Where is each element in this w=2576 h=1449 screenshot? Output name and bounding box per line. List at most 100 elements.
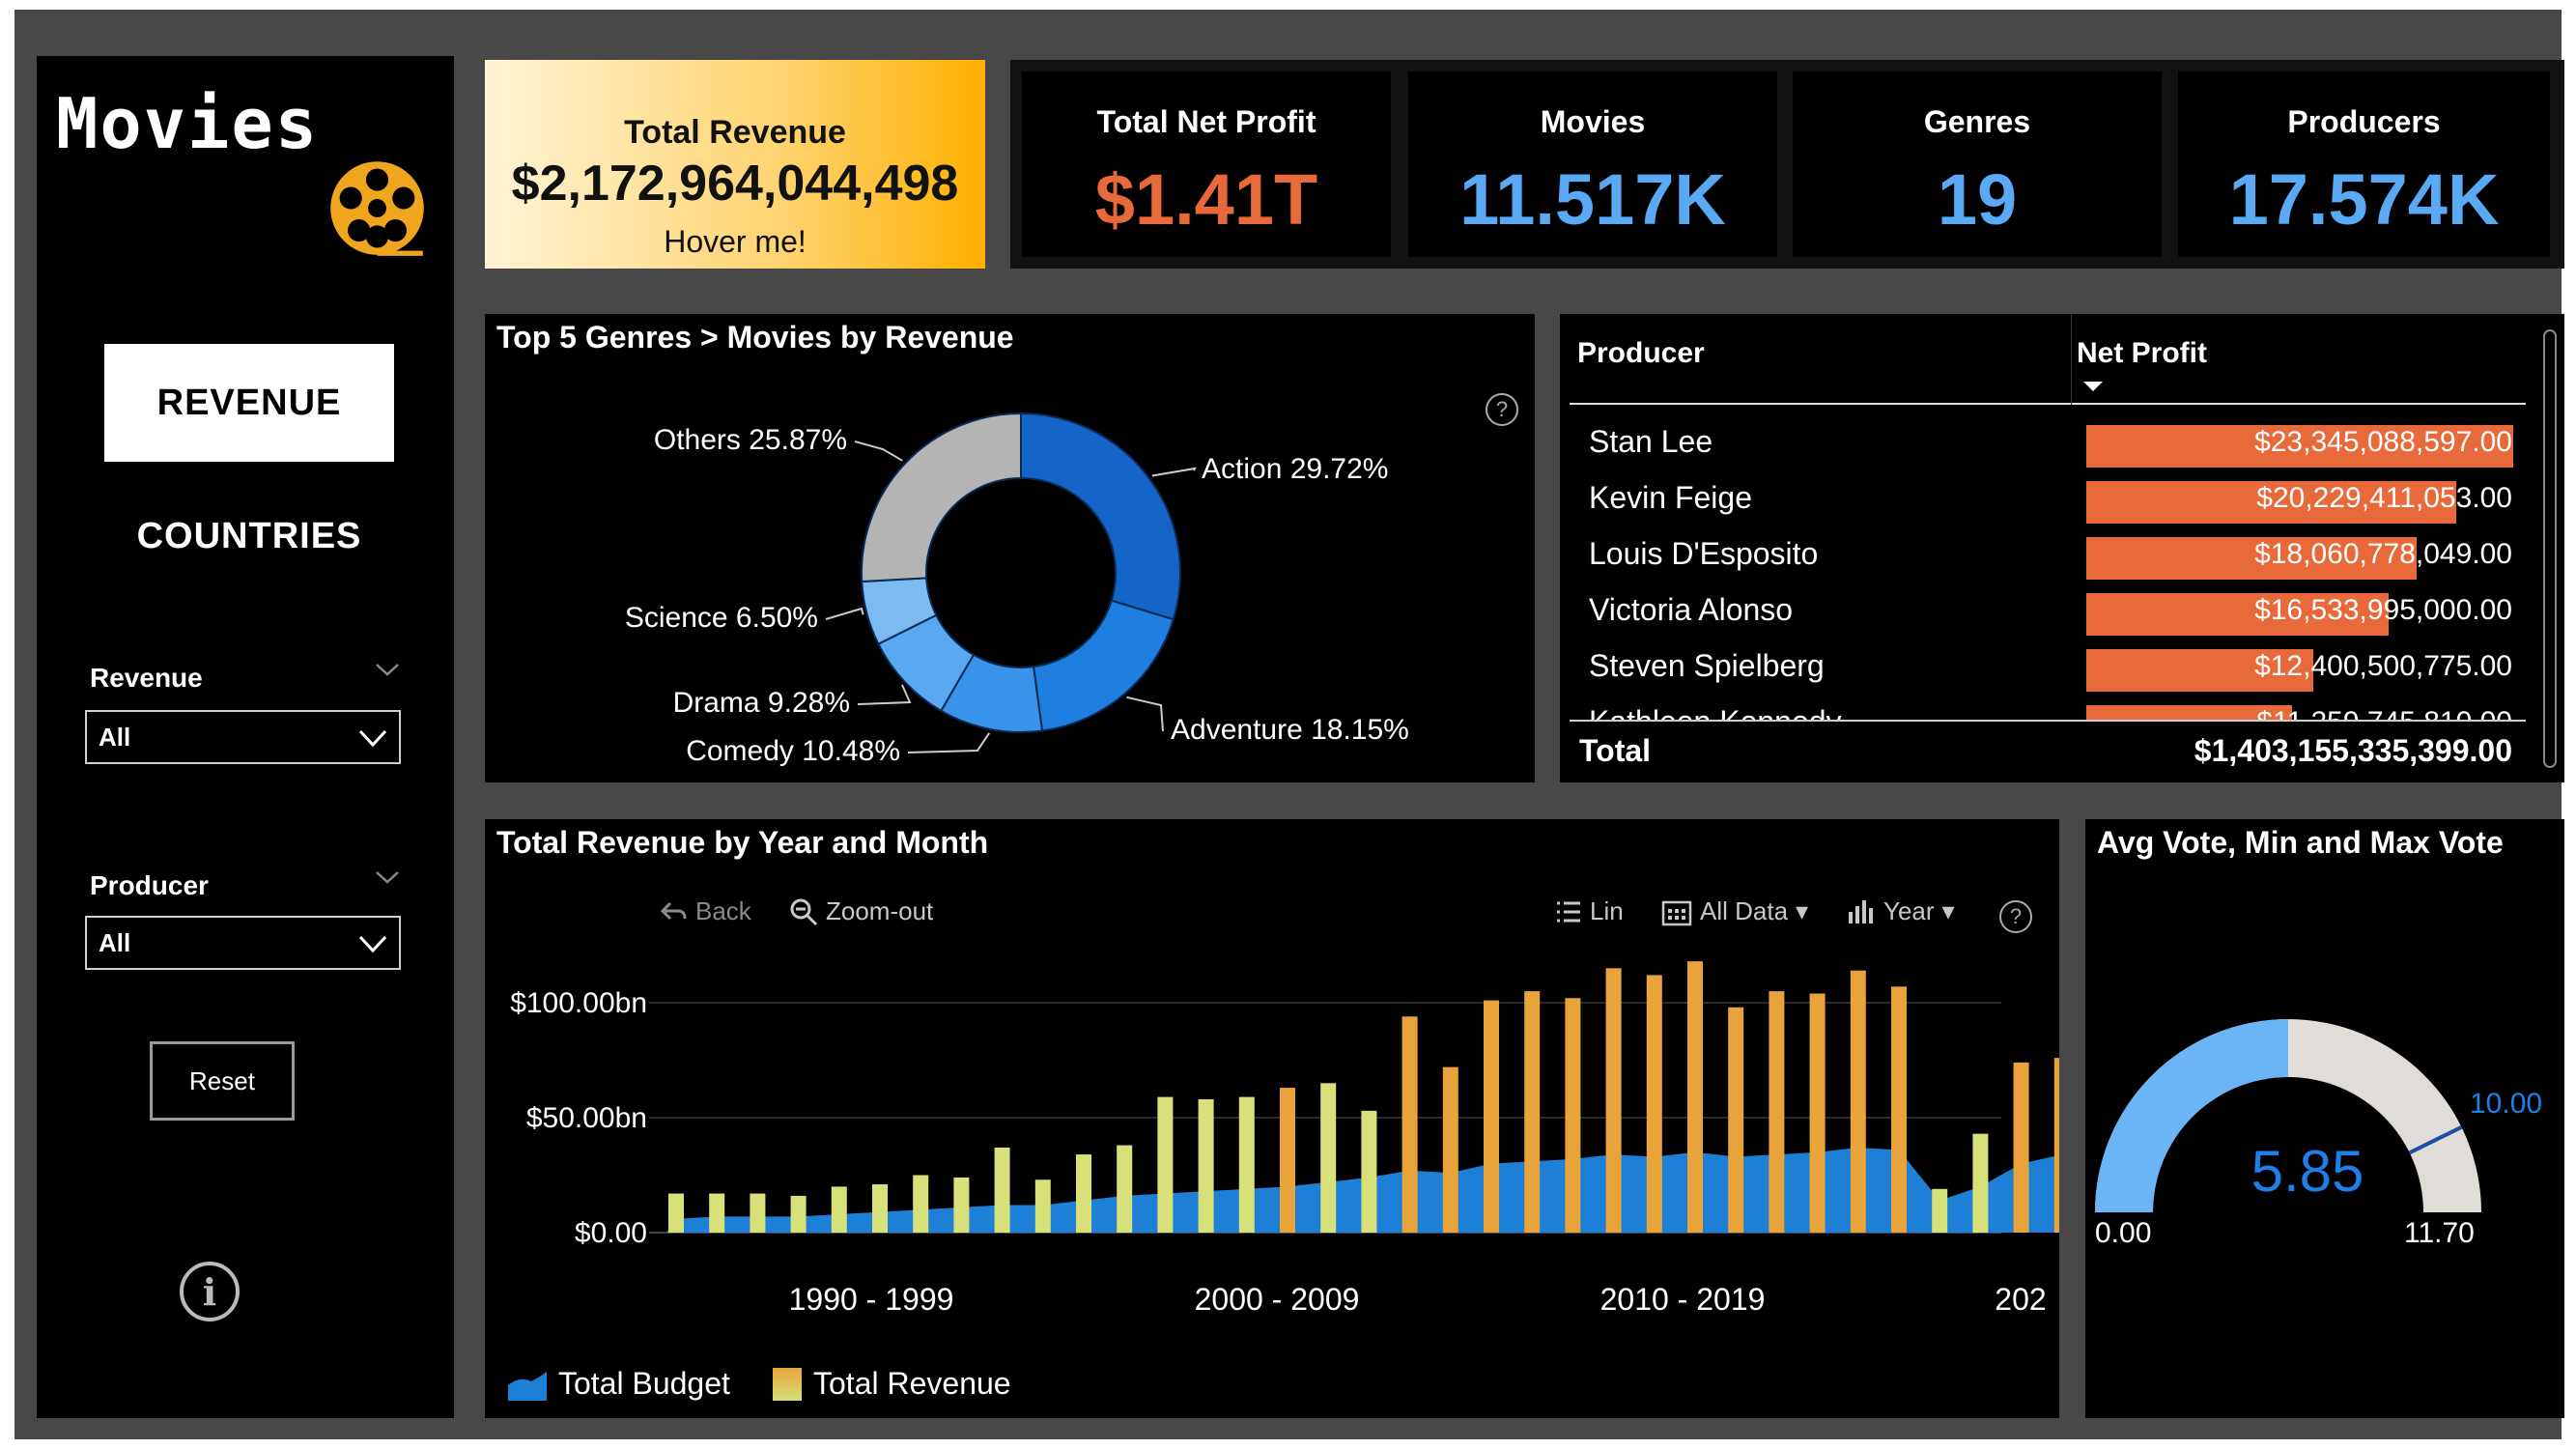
revenue-bar[interactable] [1117,1145,1133,1233]
net-profit-value: $20,229,411,053.00 [2256,482,2512,514]
movies-card: Movies 11.517K [1408,71,1777,257]
table-scrollbar[interactable] [2543,329,2557,768]
net-profit-value: $1.41T [1094,159,1318,240]
revenue-bar[interactable] [668,1193,684,1233]
total-row: Total $1,403,155,335,399.00 [1570,720,2526,778]
combo-chart: $100.00bn $50.00bn $0.00 1990 - 1999 2000 - … [510,961,2059,1317]
revenue-bar[interactable] [1809,993,1826,1233]
legend-revenue-swatch [773,1367,802,1401]
total-revenue-card[interactable]: Total Revenue $2,172,964,044,498 Hover m… [485,60,985,269]
producer-dropdown-value: All [99,927,131,957]
table-row[interactable]: Kevin Feige $20,229,411,053.00 [1570,474,2526,530]
x-tick-label: 2010 - 2019 [1600,1282,1766,1317]
column-header-producer[interactable]: Producer [1577,337,1705,370]
donut-slice[interactable] [861,412,1022,583]
legend-revenue-label: Total Revenue [813,1366,1011,1401]
producer-name: Louis D'Esposito [1589,536,1819,571]
sidebar: Movies REVENUE COUNTRIES Revenue All Pro… [37,56,454,1418]
revenue-bar[interactable] [872,1184,888,1233]
net-profit-value: $12,400,500,775.00 [2254,650,2512,682]
table-row[interactable]: Kathleen Kennedy $11,259,745,810.00 [1570,698,2526,720]
revenue-combo-panel: Total Revenue by Year and Month Back Zoo… [485,819,2059,1418]
revenue-bar[interactable] [1320,1083,1337,1233]
revenue-bar[interactable] [1361,1110,1377,1233]
gauge-min-label: 0.00 [2095,1217,2152,1249]
revenue-bar[interactable] [1932,1188,1948,1233]
x-tick-label: 1990 - 1999 [789,1282,954,1317]
chevron-down-icon[interactable] [375,863,400,893]
revenue-bar[interactable] [994,1147,1010,1233]
table-row[interactable]: Louis D'Esposito $18,060,778,049.00 [1570,530,2526,586]
producer-dropdown[interactable]: All [85,916,401,970]
revenue-bar[interactable] [1157,1096,1174,1233]
donut-slice[interactable] [1032,599,1175,732]
revenue-bar[interactable] [2013,1062,2029,1233]
legend-budget[interactable]: Total Budget [508,1366,730,1402]
reset-button[interactable]: Reset [150,1041,295,1121]
net-profit-value: $23,345,088,597.00 [2254,426,2512,458]
revenue-bar[interactable] [790,1195,807,1233]
revenue-bar[interactable] [1565,998,1581,1233]
leader-line [825,607,864,620]
chevron-down-icon[interactable] [375,655,400,685]
revenue-dropdown[interactable]: All [85,710,401,764]
revenue-bar[interactable] [1646,975,1662,1233]
app-title: Movies [56,83,320,164]
dashboard-frame: Movies REVENUE COUNTRIES Revenue All Pro… [14,10,2564,1439]
x-tick-label: 2000 - 2009 [1195,1282,1360,1317]
revenue-bar[interactable] [1198,1098,1214,1233]
column-divider [2071,314,2072,405]
donut-label: Drama 9.28% [673,687,850,719]
revenue-bar[interactable] [709,1193,725,1233]
revenue-bar[interactable] [1687,961,1703,1233]
donut-label: Comedy 10.48% [686,735,900,767]
table-row[interactable]: Steven Spielberg $12,400,500,775.00 [1570,642,2526,698]
revenue-bar[interactable] [831,1186,847,1233]
table-row[interactable]: Victoria Alonso $16,533,995,000.00 [1570,586,2526,642]
genres-card: Genres 19 [1793,71,2162,257]
revenue-bar[interactable] [1769,991,1785,1233]
revenue-bar[interactable] [1524,991,1541,1233]
total-revenue-title: Total Revenue [624,114,846,151]
gauge-target-label: 10.00 [2470,1088,2543,1120]
legend-revenue[interactable]: Total Revenue [773,1366,1011,1402]
producers-value: 17.574K [2228,159,2500,240]
donut-label: Science 6.50% [625,602,818,634]
revenue-bar[interactable] [1728,1007,1744,1233]
legend-budget-swatch [508,1371,547,1401]
revenue-bar[interactable] [1850,970,1866,1233]
revenue-bar[interactable] [1972,1133,1989,1233]
column-header-net-profit[interactable]: Net Profit [2077,337,2207,370]
revenue-bar[interactable] [2053,1058,2059,1233]
genres-title: Genres [1923,104,2031,139]
producer-name: Stan Lee [1589,424,1713,459]
net-profit-value: $18,060,778,049.00 [2254,538,2512,570]
revenue-bar[interactable] [1605,968,1622,1233]
movies-value: 11.517K [1459,159,1726,240]
revenue-bar[interactable] [750,1193,766,1233]
producers-card: Producers 17.574K [2178,71,2550,257]
revenue-bar[interactable] [1280,1088,1295,1233]
revenue-bar[interactable] [1238,1096,1255,1233]
revenue-bar[interactable] [953,1177,970,1233]
net-profit-value: $11,259,745,810.00 [2126,706,2512,720]
revenue-bar[interactable] [1891,986,1907,1233]
sort-desc-icon[interactable] [2081,380,2105,398]
revenue-bar[interactable] [1401,1016,1418,1233]
revenue-bar[interactable] [1484,1000,1499,1233]
net-profit-title: Total Net Profit [1096,104,1316,139]
producer-name: Kevin Feige [1589,480,1752,515]
table-row[interactable]: Stan Lee $23,345,088,597.00 [1570,418,2526,474]
producer-name: Kathleen Kennedy [1589,704,1842,720]
info-icon[interactable]: i [180,1262,240,1321]
producer-table-panel: Producer Net Profit Stan Lee $23,345,088,… [1560,314,2564,782]
movies-title: Movies [1540,104,1646,139]
countries-button[interactable]: COUNTRIES [37,516,462,557]
donut-slice[interactable] [1020,412,1181,621]
revenue-bar[interactable] [913,1175,929,1234]
revenue-bar[interactable] [1076,1154,1091,1233]
revenue-bar[interactable] [1442,1066,1458,1233]
vote-gauge-panel: Avg Vote, Min and Max Vote 5.85 0.00 11.… [2085,819,2564,1418]
revenue-button[interactable]: REVENUE [104,344,394,462]
revenue-bar[interactable] [1034,1179,1051,1233]
